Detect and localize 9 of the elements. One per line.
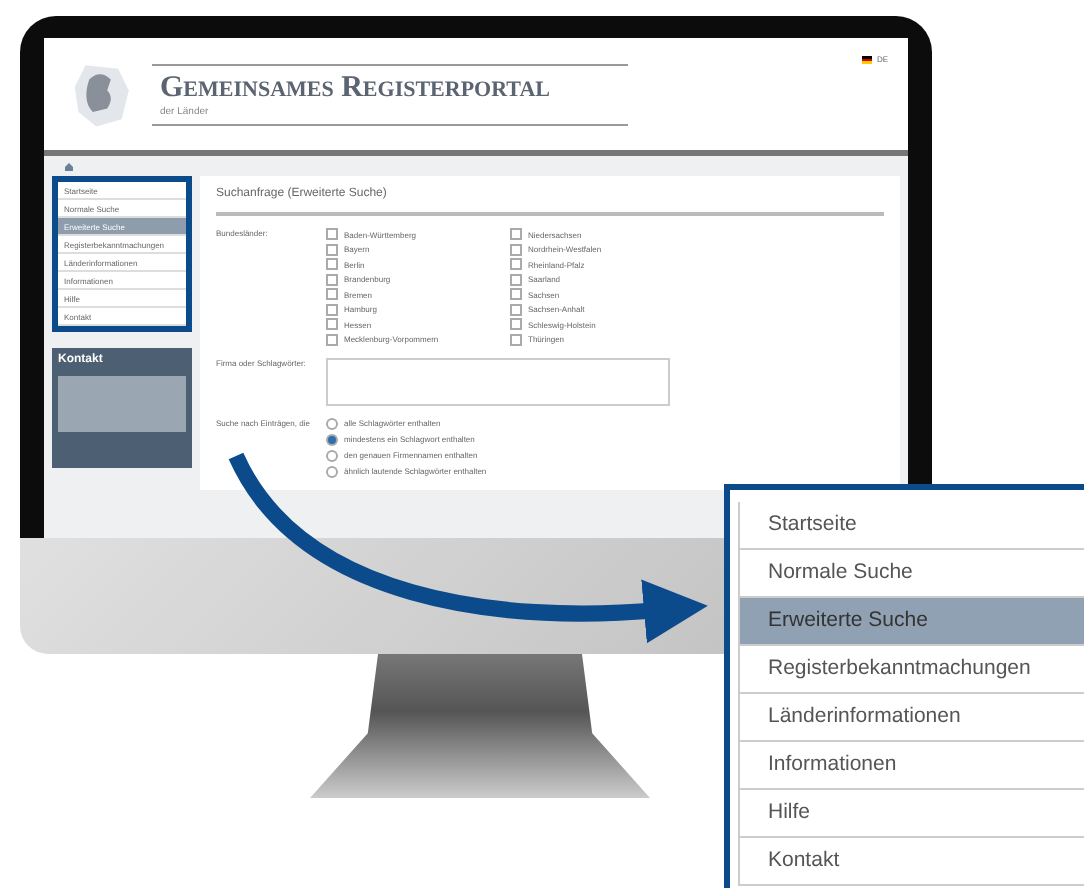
portal-title: Gemeinsames Registerportal	[160, 71, 552, 105]
menu-item[interactable]: Kontakt	[738, 838, 1084, 886]
menu-item[interactable]: Erweiterte Suche	[738, 598, 1084, 646]
menu-item[interactable]: Länderinformationen	[738, 694, 1084, 742]
menu-item[interactable]: Normale Suche	[738, 550, 1084, 598]
menu-item[interactable]: Startseite	[738, 502, 1084, 550]
menu-item[interactable]: Registerbekanntmachungen	[738, 646, 1084, 694]
menu-item[interactable]: Informationen	[738, 742, 1084, 790]
menu-item[interactable]: Hilfe	[738, 790, 1084, 838]
